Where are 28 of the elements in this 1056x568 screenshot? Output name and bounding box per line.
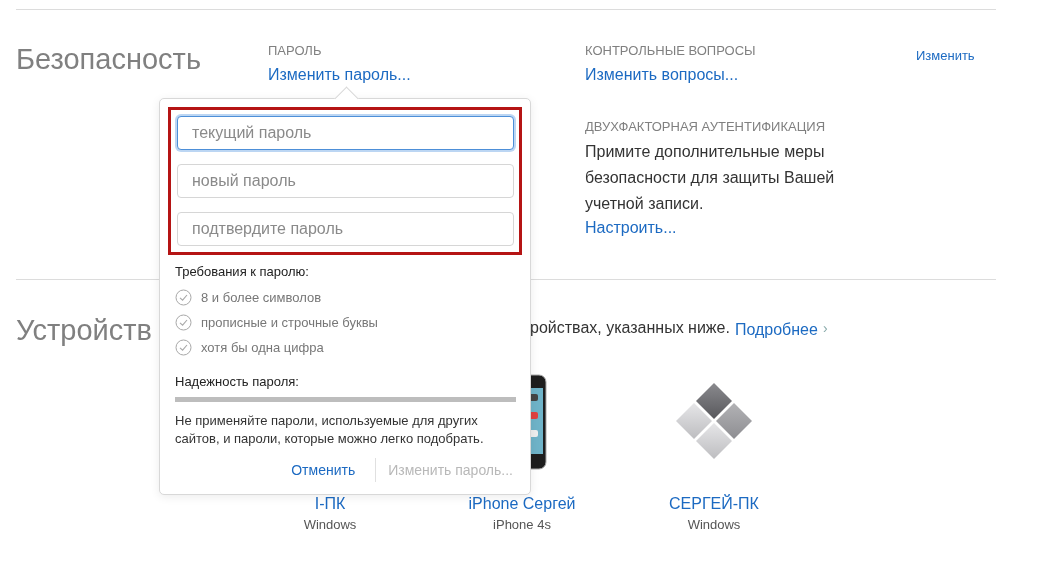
requirement-text: 8 и более символов [201, 290, 322, 305]
device-type: iPhone 4s [493, 516, 551, 534]
windows-logo-icon [675, 383, 753, 461]
change-password-link[interactable]: Изменить пароль... [268, 64, 411, 86]
device-name-link[interactable]: iPhone Сергей [468, 494, 576, 514]
security-questions-label: КОНТРОЛЬНЫЕ ВОПРОСЫ [585, 43, 757, 59]
password-field[interactable]: текущий пароль [177, 116, 514, 150]
device-type: Windows [687, 516, 741, 534]
section-title: Устройств [16, 313, 152, 348]
more-link[interactable]: Подробнее [734, 319, 818, 341]
requirement-text: прописные и строчные буквы [201, 315, 378, 330]
device-name-link[interactable]: I-ПК [314, 494, 346, 514]
device-name-link[interactable]: СЕРГЕЙ-ПК [669, 494, 759, 514]
device-type: Windows [303, 516, 357, 534]
edit-link[interactable]: Изменить [916, 48, 975, 63]
password-label: ПАРОЛЬ [268, 43, 323, 59]
chevron-text: › [822, 320, 828, 336]
devices-intro-text: ройствах, указанных ниже. [530, 319, 730, 337]
requirements-title: Требования к паролю: [175, 263, 310, 281]
setup-link[interactable]: Настроить... [585, 217, 677, 239]
strength-label: Надежность пароля: [175, 374, 300, 389]
cancel-button[interactable]: Отменить [289, 458, 358, 482]
two-factor-description: Примите дополнительные меры безопасности для защиты Вашей учетной записи. [585, 142, 836, 214]
change-questions-link[interactable]: Изменить вопросы... [585, 64, 739, 86]
password-warning: Не применяйте пароли, используемые для других сайтов, и пароли, которые можно легко подобрать. [175, 412, 485, 448]
requirement-text: хотя бы одна цифра [201, 340, 324, 355]
two-factor-label: ДВУХФАКТОРНАЯ АУТЕНТИФИКАЦИЯ [585, 119, 827, 135]
section-title: Безопасность [16, 42, 201, 77]
